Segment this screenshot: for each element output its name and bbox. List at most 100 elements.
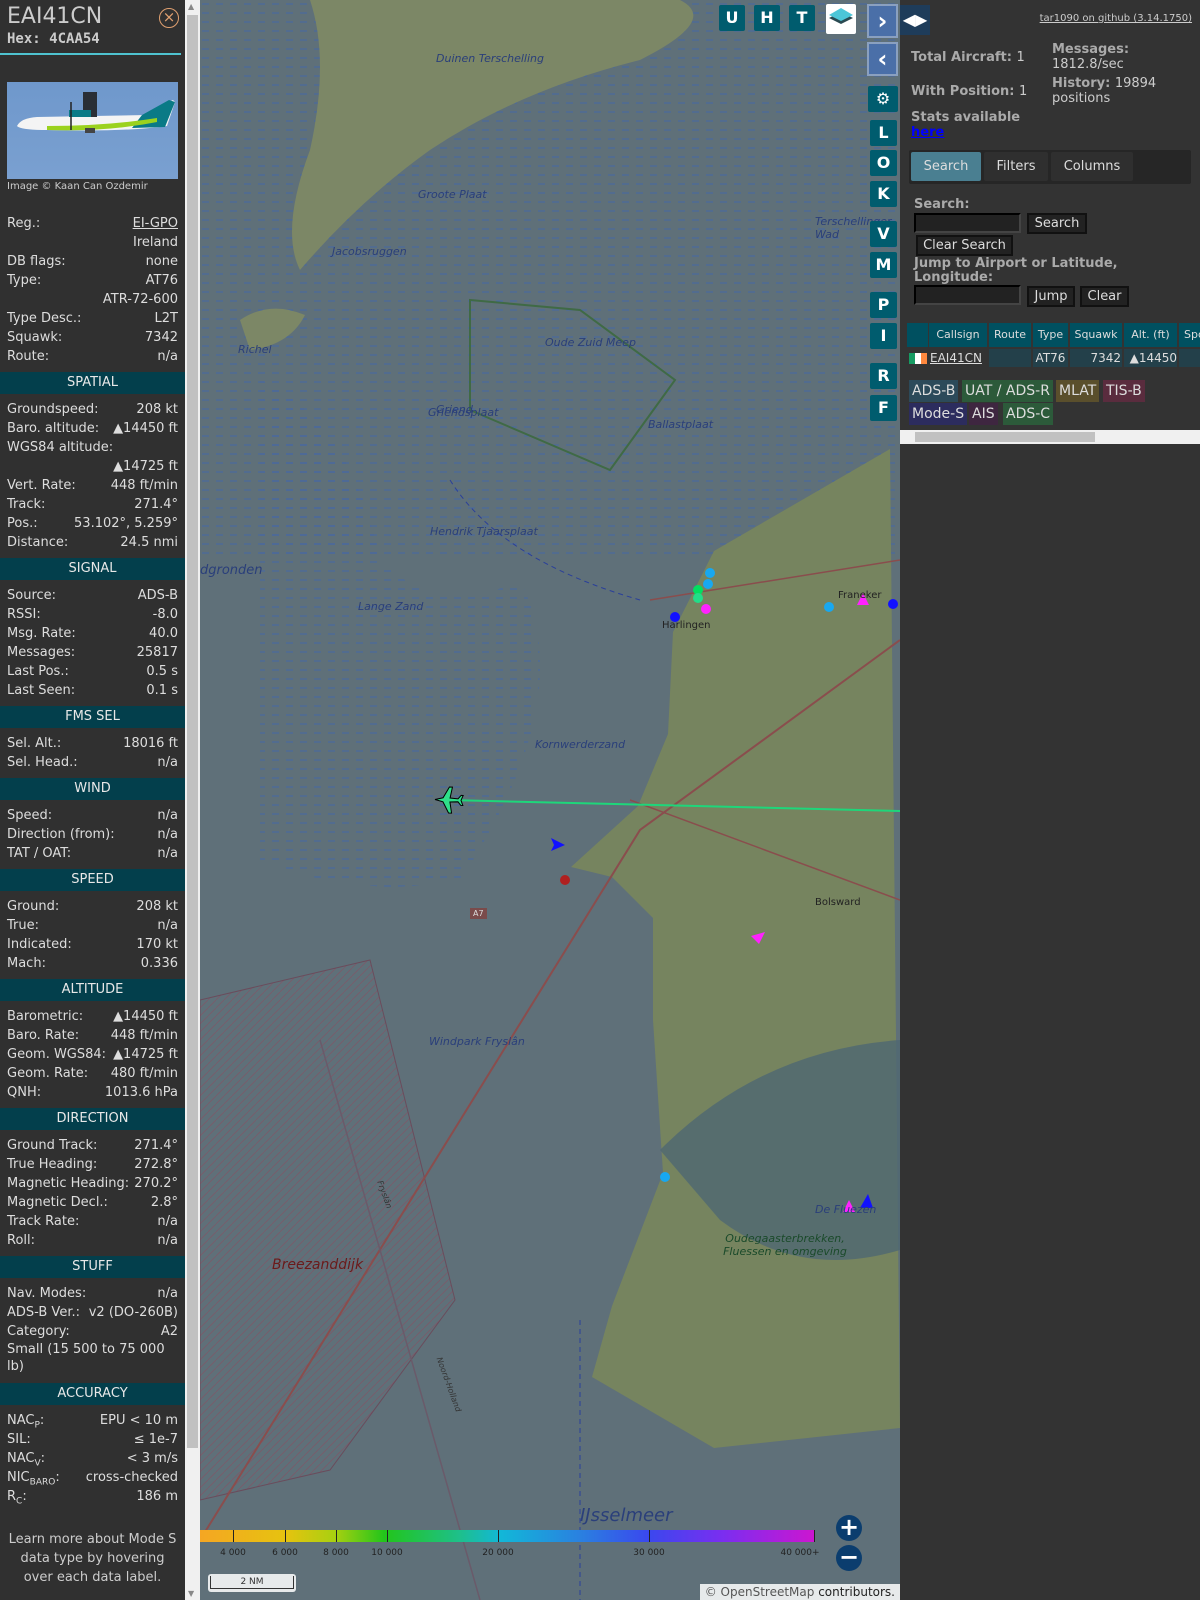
map-button-p[interactable]: P bbox=[870, 292, 897, 318]
info-label: QNH: bbox=[7, 1085, 42, 1100]
map-marker bbox=[660, 1172, 670, 1182]
info-row: Ground: 208 kt bbox=[0, 897, 185, 916]
info-row: Last Pos.: 0.5 s bbox=[0, 662, 185, 681]
history-unit: positions bbox=[1052, 91, 1111, 106]
column-header-route[interactable]: Route bbox=[989, 323, 1031, 347]
info-value: 271.4° bbox=[134, 497, 178, 512]
toggle-sidebar-button[interactable]: ◀▶ bbox=[900, 5, 930, 35]
scrollbar-thumb[interactable] bbox=[915, 432, 1095, 442]
info-row: Baro. Rate: 448 ft/min bbox=[0, 1026, 185, 1045]
zoom-in-button[interactable]: + bbox=[836, 1515, 862, 1541]
map-label: Harlingen bbox=[662, 620, 711, 631]
section-header-accuracy[interactable]: ACCURACY bbox=[0, 1383, 185, 1405]
info-label: NACV: bbox=[7, 1449, 45, 1469]
section-header-speed[interactable]: SPEED bbox=[0, 869, 185, 891]
section-header-direction[interactable]: DIRECTION bbox=[0, 1108, 185, 1130]
section-header-spatial[interactable]: SPATIAL bbox=[0, 372, 185, 394]
section-header-wind[interactable]: WIND bbox=[0, 778, 185, 800]
column-header-speed[interactable]: Spd bbox=[1179, 323, 1200, 347]
map-button-h[interactable]: H bbox=[754, 5, 780, 31]
stats-link[interactable]: here bbox=[911, 125, 944, 140]
tab-columns[interactable]: Columns bbox=[1051, 152, 1133, 181]
legend-ais[interactable]: AIS bbox=[969, 403, 998, 425]
map-button-r[interactable]: R bbox=[870, 363, 897, 389]
map-button-k[interactable]: K bbox=[870, 181, 897, 207]
search-input[interactable] bbox=[914, 213, 1021, 233]
map-button-v[interactable]: V bbox=[870, 221, 897, 247]
osm-link[interactable]: OpenStreetMap bbox=[721, 1585, 815, 1599]
map-label: Richel bbox=[238, 343, 272, 356]
map-button-o[interactable]: O bbox=[870, 150, 897, 176]
zoom-out-button[interactable]: − bbox=[836, 1545, 862, 1571]
map-view[interactable]: Duinen Terschelling Groote Plaat Jacobsrug… bbox=[200, 0, 900, 1600]
close-icon[interactable]: × bbox=[159, 8, 179, 28]
scale-tick-label: 30 000 bbox=[633, 1548, 665, 1558]
map-button-t[interactable]: T bbox=[789, 5, 815, 31]
info-label: NACP: bbox=[7, 1411, 44, 1431]
info-value: 18016 ft bbox=[123, 736, 178, 751]
clear-search-button[interactable]: Clear Search bbox=[916, 235, 1013, 256]
scale-tick bbox=[498, 1530, 499, 1542]
column-header-flag[interactable] bbox=[907, 323, 928, 347]
scale-line-label: 2 NM bbox=[210, 1576, 294, 1589]
section-header-fms-sel[interactable]: FMS SEL bbox=[0, 706, 185, 728]
collapse-panel-button[interactable]: ‹ bbox=[867, 42, 898, 76]
section-header-stuff[interactable]: STUFF bbox=[0, 1256, 185, 1278]
map-button-i[interactable]: I bbox=[870, 323, 897, 349]
expand-panel-button[interactable]: › bbox=[867, 4, 898, 38]
map-marker bbox=[701, 604, 711, 614]
map-canvas[interactable] bbox=[200, 0, 900, 1600]
info-row: Groundspeed: 208 kt bbox=[0, 400, 185, 419]
tab-search[interactable]: Search bbox=[911, 152, 981, 181]
label-text: NAC bbox=[7, 1451, 35, 1466]
jump-input[interactable] bbox=[914, 285, 1021, 305]
aircraft-photo[interactable] bbox=[7, 82, 178, 179]
section-header-altitude[interactable]: ALTITUDE bbox=[0, 979, 185, 1001]
legend-ads-c[interactable]: ADS-C bbox=[1003, 403, 1054, 425]
row-callsign[interactable]: EAI41CN bbox=[929, 349, 987, 367]
history-label: History: bbox=[1052, 76, 1111, 91]
scrollbar-thumb[interactable] bbox=[187, 15, 198, 1448]
section-header-signal[interactable]: SIGNAL bbox=[0, 558, 185, 580]
clear-button[interactable]: Clear bbox=[1080, 286, 1129, 307]
with-position-value: 1 bbox=[1019, 84, 1028, 99]
info-row: Speed: n/a bbox=[0, 806, 185, 825]
detail-panel-scrollbar[interactable]: ▲ ▼ bbox=[185, 0, 200, 1600]
layers-button[interactable] bbox=[826, 4, 856, 34]
column-header-type[interactable]: Type bbox=[1033, 323, 1068, 347]
info-value: 2.8° bbox=[150, 1195, 178, 1210]
github-link[interactable]: tar1090 on github (3.14.1750) bbox=[1040, 13, 1192, 24]
legend-mlat[interactable]: MLAT bbox=[1056, 380, 1100, 402]
map-button-u[interactable]: U bbox=[719, 5, 745, 31]
tab-filters[interactable]: Filters bbox=[984, 152, 1048, 181]
search-button[interactable]: Search bbox=[1027, 213, 1087, 234]
map-button-l[interactable]: L bbox=[870, 120, 897, 146]
table-horizontal-scrollbar[interactable] bbox=[900, 430, 1200, 444]
info-row: Magnetic Decl.: 2.8° bbox=[0, 1193, 185, 1212]
scale-tick bbox=[814, 1530, 815, 1542]
info-label: NICBARO: bbox=[7, 1468, 60, 1488]
info-label: Mach: bbox=[7, 956, 46, 971]
map-button-m[interactable]: M bbox=[870, 252, 897, 278]
info-value[interactable]: EI-GPO bbox=[133, 214, 178, 233]
info-value: 0.336 bbox=[140, 956, 178, 971]
legend-mode-s[interactable]: Mode-S bbox=[909, 403, 968, 425]
scroll-up-arrow-icon[interactable]: ▲ bbox=[188, 2, 194, 11]
info-value: ▲14450 ft bbox=[113, 421, 178, 436]
info-label: Last Pos.: bbox=[7, 664, 69, 679]
column-header-squawk[interactable]: Squawk bbox=[1070, 323, 1122, 347]
column-header-altitude[interactable]: Alt. (ft) bbox=[1124, 323, 1177, 347]
legend-uat-ads-r[interactable]: UAT / ADS-R bbox=[962, 380, 1053, 402]
flag-ireland-icon bbox=[907, 349, 928, 367]
map-label: Franeker bbox=[838, 590, 882, 601]
info-value: A2 bbox=[160, 1324, 178, 1339]
jump-button[interactable]: Jump bbox=[1027, 286, 1075, 307]
map-label: Hendrik Tjaarsplaat bbox=[430, 525, 538, 538]
legend-ads-b[interactable]: ADS-B bbox=[909, 380, 959, 402]
column-header-callsign[interactable]: Callsign bbox=[929, 323, 987, 347]
map-label: Oude Zuid Meep bbox=[545, 336, 636, 349]
map-button-f[interactable]: F bbox=[870, 395, 897, 421]
scroll-down-arrow-icon[interactable]: ▼ bbox=[188, 1589, 194, 1598]
legend-tis-b[interactable]: TIS-B bbox=[1103, 380, 1145, 402]
settings-button[interactable]: ⚙ bbox=[868, 86, 898, 112]
